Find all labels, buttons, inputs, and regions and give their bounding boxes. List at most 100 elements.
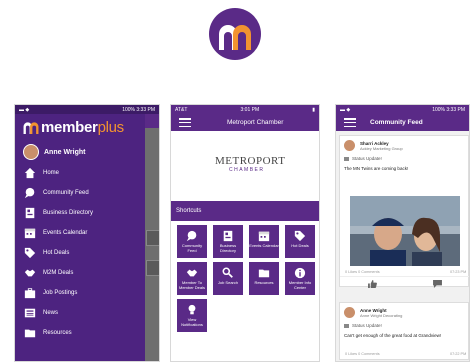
shortcut-business-directory[interactable]: Business Directory — [213, 225, 243, 258]
app-logo — [209, 8, 261, 60]
post-time: 07:23 PM — [450, 270, 467, 274]
drawer-item-label: M2M Deals — [43, 270, 74, 276]
feed-post[interactable]: Sharri Ackley Ackley Marketing Group Sta… — [339, 135, 469, 290]
job-search-icon — [222, 267, 233, 278]
app-showcase: ▬ ◆ 100% 3:33 PM member plus Anne Wright … — [0, 0, 470, 362]
status-left: AT&T — [175, 106, 188, 113]
shortcut-member-to-member-deals[interactable]: Member To Member Deals — [177, 262, 207, 295]
status-left: ▬ ◆ — [340, 106, 351, 113]
status-bar: ▬ ◆ 100% 3:33 PM — [15, 105, 159, 114]
navigation-drawer: member plus Anne Wright Home Community Fee… — [15, 114, 145, 361]
status-icon — [344, 323, 349, 328]
tag-icon — [294, 230, 306, 241]
drawer-item-community-feed[interactable]: Community Feed — [15, 183, 145, 203]
drawer-item-business-directory[interactable]: Business Directory — [15, 203, 145, 223]
post-engagement: 0 Likes 0 Comments — [345, 270, 380, 274]
directory-icon — [23, 207, 37, 220]
drawer-item-news[interactable]: News — [15, 303, 145, 323]
briefcase-icon — [23, 287, 37, 300]
top-app-bar: Metroport Chamber — [171, 114, 319, 131]
drawer-item-hot-deals[interactable]: Hot Deals — [15, 243, 145, 263]
page-title: Community Feed — [370, 119, 423, 126]
tag-icon — [24, 247, 36, 259]
brand-plus-text: plus — [97, 118, 125, 136]
post-actions — [340, 276, 469, 290]
drawer-item-label: Home — [43, 170, 60, 176]
home-icon — [24, 167, 36, 179]
avatar — [344, 307, 355, 318]
status-bar: AT&T 3:01 PM ▮ — [171, 105, 319, 114]
feed-post[interactable]: Anne Wright Anne Wright Decorating Statu… — [339, 302, 469, 360]
drawer-user[interactable]: Anne Wright — [15, 141, 145, 163]
chamber-logo-sub: CHAMBER — [229, 167, 265, 173]
post-photo[interactable] — [350, 196, 460, 266]
drawer-menu: Home Community Feed Business Directory Even… — [15, 163, 145, 343]
comment-icon[interactable] — [433, 279, 442, 288]
phone-community-feed: ▬ ◆ 100% 3:33 PM Community Feed Sharri A… — [335, 104, 470, 362]
status-time: 3:01 PM — [240, 106, 260, 113]
status-right: 100% 3:33 PM — [122, 106, 155, 113]
status-right: 100% 3:33 PM — [432, 106, 465, 113]
handshake-icon — [24, 269, 36, 277]
shortcut-resources[interactable]: Resources — [249, 262, 279, 295]
post-company: Ackley Marketing Group — [360, 145, 403, 151]
chamber-logo: METROPORT CHAMBER — [215, 155, 285, 173]
post-company: Anne Wright Decorating — [360, 312, 403, 318]
folder-icon — [258, 267, 270, 278]
drawer-item-home[interactable]: Home — [15, 163, 145, 183]
drawer-item-label: Community Feed — [43, 190, 89, 196]
post-message: Can't get enough of the great food at Gr… — [344, 333, 442, 338]
newspaper-icon — [24, 308, 36, 318]
thumbs-up-icon[interactable] — [368, 279, 377, 288]
tag-icon — [294, 230, 306, 241]
drawer-item-label: Resources — [43, 330, 72, 336]
phone-navigation-drawer: ▬ ◆ 100% 3:33 PM member plus Anne Wright … — [14, 104, 160, 362]
drawer-brand: member plus — [15, 116, 145, 138]
info-icon — [294, 267, 306, 278]
drawer-item-label: Job Postings — [43, 290, 78, 296]
shortcut-job-search[interactable]: Job Search — [213, 262, 243, 295]
shortcut-view-notifications[interactable]: View Notifications — [177, 299, 207, 332]
directory-icon — [25, 207, 35, 219]
user-name: Anne Wright — [44, 148, 86, 156]
phone-home-screen: AT&T 3:01 PM ▮ Metroport Chamber METROPO… — [170, 104, 320, 362]
drawer-item-job-postings[interactable]: Job Postings — [15, 283, 145, 303]
hamburger-menu-icon[interactable] — [344, 118, 356, 127]
shortcut-member-info-center[interactable]: Member Info Center — [285, 262, 315, 295]
post-status: Status Update! — [340, 155, 468, 162]
drawer-item-label: Events Calendar — [43, 230, 88, 236]
folder-icon — [258, 269, 270, 277]
top-app-bar: Community Feed — [336, 114, 469, 131]
status-icon — [344, 156, 349, 161]
hamburger-menu-icon[interactable] — [179, 118, 191, 127]
background-screen-peek[interactable] — [145, 114, 159, 361]
job-search-icon — [222, 267, 234, 278]
shortcut-hot-deals[interactable]: Hot Deals — [285, 225, 315, 258]
post-status: Status Update! — [340, 322, 468, 329]
newspaper-icon — [23, 307, 37, 320]
shortcut-community-feed[interactable]: Community Feed — [177, 225, 207, 258]
post-header: Anne Wright Anne Wright Decorating — [340, 303, 468, 322]
shortcut-label: View Notifications — [181, 317, 203, 327]
photo-image — [350, 196, 460, 266]
drawer-item-resources[interactable]: Resources — [15, 323, 145, 343]
drawer-item-label: Business Directory — [43, 210, 94, 216]
chat-icon — [186, 230, 198, 241]
shortcut-events-calendar[interactable]: Events Calendar — [249, 225, 279, 258]
drawer-item-events-calendar[interactable]: Events Calendar — [15, 223, 145, 243]
post-status-label: Status Update! — [352, 323, 382, 328]
shortcut-label: Events Calendar — [249, 243, 279, 248]
shortcut-label: Business Directory — [219, 243, 237, 253]
shortcut-label: Job Search — [217, 280, 239, 285]
handshake-icon — [186, 269, 198, 276]
shortcut-label: Resources — [254, 280, 274, 285]
lightbulb-icon — [188, 304, 196, 314]
page-title: Metroport Chamber — [227, 119, 284, 126]
chat-icon — [23, 187, 37, 200]
directory-icon — [222, 230, 234, 241]
shortcut-label: Community Feed — [181, 243, 203, 253]
handshake-icon — [186, 267, 198, 278]
drawer-item-m2m-deals[interactable]: M2M Deals — [15, 263, 145, 283]
tag-icon — [23, 247, 37, 260]
avatar — [344, 140, 355, 151]
